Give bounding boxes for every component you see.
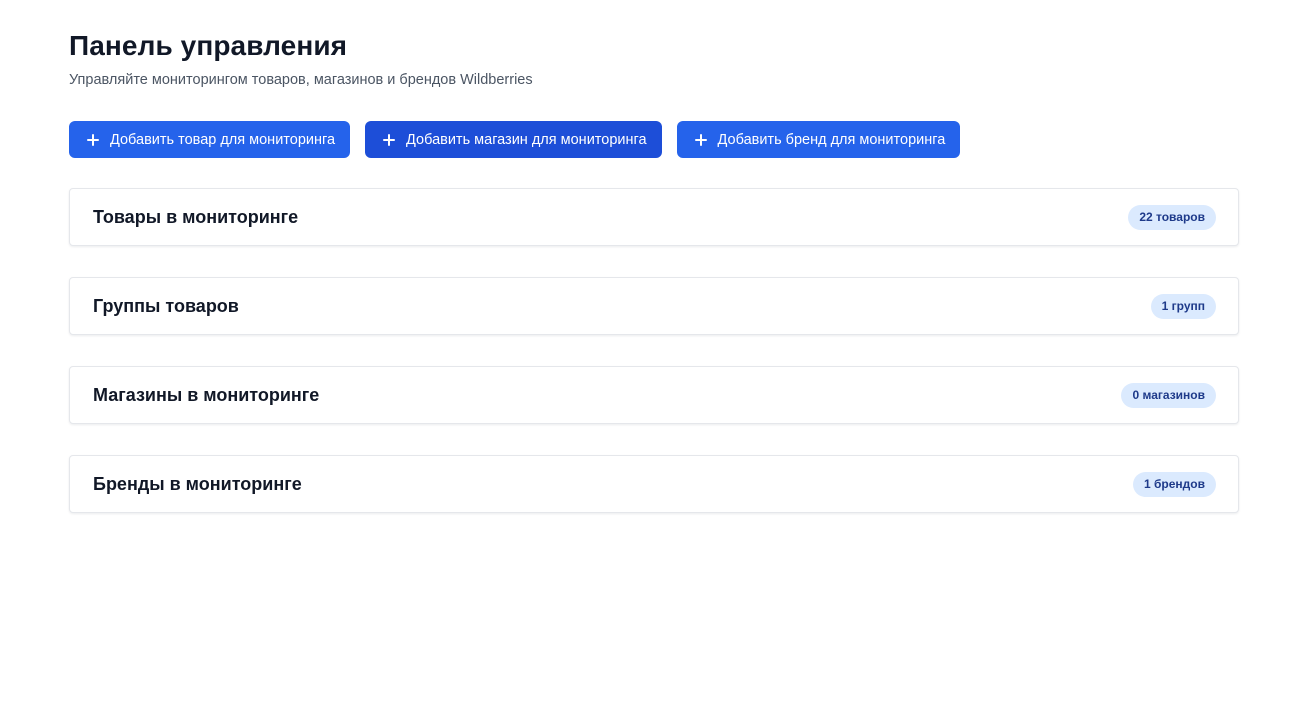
count-badge: 1 групп: [1150, 293, 1216, 319]
add-product-button-label: Добавить товар для мониторинга: [110, 131, 336, 148]
plus-icon: [694, 133, 707, 146]
section-title: Магазины в мониторинге: [93, 384, 320, 405]
add-store-button-label: Добавить магазин для мониторинга: [406, 131, 647, 148]
add-brand-button-label: Добавить бренд для мониторинга: [717, 131, 946, 148]
actions-toolbar: Добавить товар для мониторинга Добавить …: [69, 121, 1292, 158]
dashboard-page: Панель управления Управляйте мониторинго…: [0, 0, 1292, 717]
add-brand-button[interactable]: Добавить бренд для мониторинга: [676, 121, 961, 158]
count-badge: 0 магазинов: [1121, 382, 1216, 408]
monitoring-sections: Товары в мониторинге 22 товаров Группы т…: [69, 188, 1239, 513]
add-product-button[interactable]: Добавить товар для мониторинга: [69, 121, 351, 158]
section-stores[interactable]: Магазины в мониторинге 0 магазинов: [69, 366, 1239, 424]
count-badge: 1 брендов: [1133, 471, 1216, 497]
plus-icon: [383, 133, 396, 146]
plus-icon: [87, 133, 99, 146]
add-store-button[interactable]: Добавить магазин для мониторинга: [365, 121, 662, 158]
section-title: Группы товаров: [93, 295, 239, 316]
section-products[interactable]: Товары в мониторинге 22 товаров: [69, 188, 1239, 246]
page-title: Панель управления: [69, 30, 348, 61]
page-subtitle: Управляйте мониторингом товаров, магазин…: [69, 72, 533, 88]
section-title: Бренды в мониторинге: [93, 473, 302, 494]
section-brands[interactable]: Бренды в мониторинге 1 брендов: [69, 455, 1239, 513]
section-product-groups[interactable]: Группы товаров 1 групп: [69, 277, 1239, 335]
count-badge: 22 товаров: [1128, 204, 1216, 230]
section-title: Товары в мониторинге: [93, 206, 299, 227]
